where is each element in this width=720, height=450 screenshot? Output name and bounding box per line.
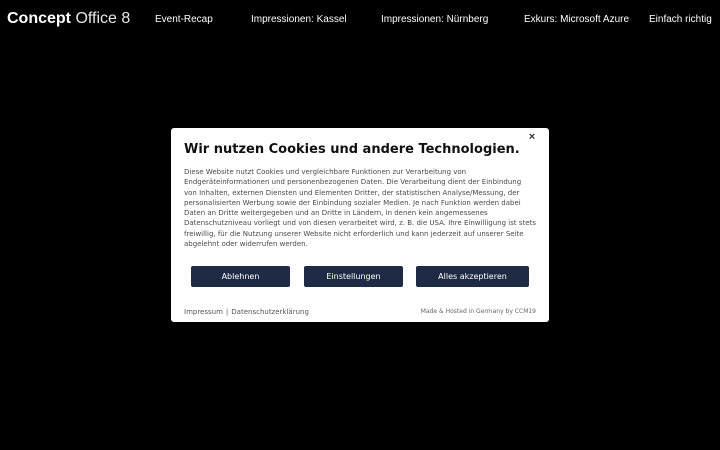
nav-item-event-recap[interactable]: Event-Recap bbox=[155, 13, 213, 27]
privacy-link[interactable]: Datenschutzerklärung bbox=[231, 308, 309, 316]
link-separator: | bbox=[225, 308, 229, 316]
imprint-link[interactable]: Impressum bbox=[184, 308, 223, 316]
nav-item-impressionen-kassel[interactable]: Impressionen: Kassel bbox=[251, 13, 347, 27]
nav-item-impressionen-nuernberg[interactable]: Impressionen: Nürnberg bbox=[381, 13, 488, 27]
cookie-consent-dialog: × Wir nutzen Cookies und andere Technolo… bbox=[171, 128, 549, 322]
dialog-title: Wir nutzen Cookies und andere Technologi… bbox=[184, 142, 520, 157]
nav-item-einfach-richtig[interactable]: Einfach richtig bbox=[649, 13, 712, 27]
brand-logo[interactable]: Concept Office 8 bbox=[7, 9, 130, 29]
settings-button[interactable]: Einstellungen bbox=[304, 266, 403, 287]
accept-all-button[interactable]: Alles akzeptieren bbox=[416, 266, 529, 287]
close-icon[interactable]: × bbox=[526, 131, 538, 143]
nav-item-exkurs-azure[interactable]: Exkurs: Microsoft Azure bbox=[524, 13, 629, 27]
top-navigation-bar: Concept Office 8 Event-Recap Impressione… bbox=[0, 0, 720, 40]
dialog-footer-credit: Made & Hosted in Germany by CCM19 bbox=[420, 308, 536, 315]
brand-name-bold: Concept bbox=[7, 10, 71, 27]
reject-button[interactable]: Ablehnen bbox=[191, 266, 290, 287]
dialog-footer-links: Impressum | Datenschutzerklärung bbox=[184, 307, 309, 317]
brand-name-light: Office 8 bbox=[75, 10, 131, 27]
dialog-body-text: Diese Website nutzt Cookies und vergleic… bbox=[184, 168, 536, 249]
